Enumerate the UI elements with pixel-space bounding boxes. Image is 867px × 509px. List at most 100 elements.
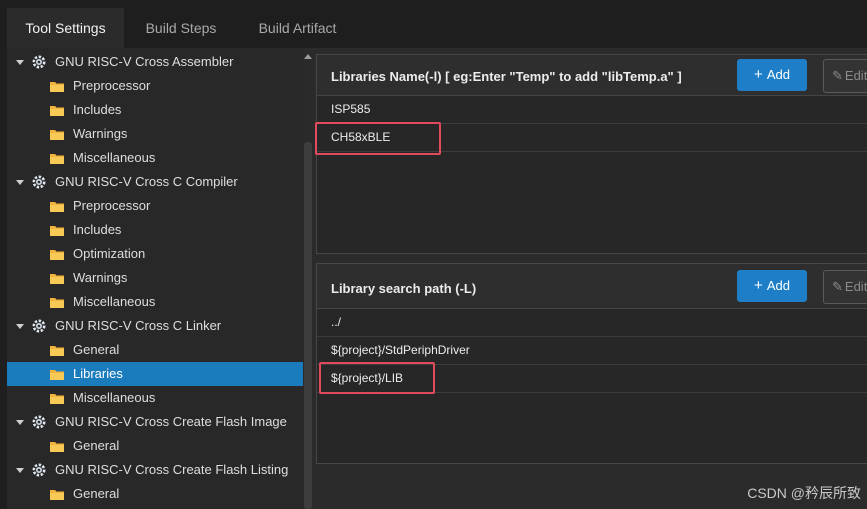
tree-item-label: Libraries	[73, 366, 123, 381]
tree-item-label: Warnings	[73, 126, 128, 141]
folder-icon	[50, 442, 64, 452]
plus-icon: +	[754, 277, 763, 294]
libraries-section: Libraries Name(-l) [ eg:Enter "Temp" to …	[316, 54, 867, 254]
folder-icon	[50, 274, 64, 284]
pencil-icon: ✎	[832, 279, 843, 294]
edit-search-path-button[interactable]: ✎ Edit	[823, 270, 867, 304]
search-path-value: ${project}/StdPeriphDriver	[331, 343, 470, 357]
tree-item-label: General	[73, 342, 120, 357]
tree-item-assembler[interactable]: GNU RISC-V Cross Assembler	[7, 50, 303, 74]
tree-item-label: General	[73, 438, 120, 453]
tab-tool-settings[interactable]: Tool Settings	[7, 8, 124, 48]
tree-item-preprocessor[interactable]: Preprocessor	[7, 74, 303, 98]
tree-item-label: Warnings	[73, 270, 128, 285]
scroll-up-arrow-icon[interactable]	[304, 54, 312, 59]
tree-item-miscellaneous[interactable]: Miscellaneous	[7, 146, 303, 170]
folder-icon	[50, 250, 64, 260]
tree-item-c-linker[interactable]: GNU RISC-V Cross C Linker	[7, 314, 303, 338]
libraries-header: Libraries Name(-l) [ eg:Enter "Temp" to …	[317, 55, 867, 96]
folder-icon	[50, 130, 64, 140]
search-path-row[interactable]: ${project}/LIB	[317, 365, 867, 393]
tree-item-miscellaneous[interactable]: Miscellaneous	[7, 290, 303, 314]
tree-item-miscellaneous[interactable]: Miscellaneous	[7, 386, 303, 410]
gear-icon	[32, 175, 46, 189]
add-label: Add	[766, 67, 790, 82]
search-path-value: ${project}/LIB	[331, 371, 404, 385]
tree-item-label: General	[73, 486, 120, 501]
expand-arrow-icon[interactable]	[15, 50, 25, 74]
search-path-header: Library search path (-L) + Add ✎ Edit	[317, 264, 867, 309]
search-path-value: ../	[331, 315, 342, 329]
folder-icon	[50, 106, 64, 116]
tree-item-preprocessor[interactable]: Preprocessor	[7, 194, 303, 218]
tree-item-general[interactable]: General	[7, 338, 303, 362]
folder-icon	[50, 394, 64, 404]
tree-item-label: Preprocessor	[73, 78, 151, 93]
tree-item-label: Miscellaneous	[73, 294, 156, 309]
tree-item-label: GNU RISC-V Cross C Compiler	[55, 174, 238, 189]
tree-item-label: GNU RISC-V Cross C Linker	[55, 318, 222, 333]
tree-item-label: Preprocessor	[73, 198, 151, 213]
tree-item-label: Includes	[73, 102, 122, 117]
settings-tree: GNU RISC-V Cross Assembler Preprocessor …	[7, 48, 303, 509]
tree-item-warnings[interactable]: Warnings	[7, 122, 303, 146]
libraries-title: Libraries Name(-l) [ eg:Enter "Temp" to …	[331, 69, 682, 84]
scrollbar-thumb[interactable]	[304, 142, 312, 509]
gear-icon	[32, 55, 46, 69]
gear-icon	[32, 415, 46, 429]
edit-label: Edit	[844, 68, 867, 83]
tree-item-label: Includes	[73, 222, 122, 237]
edit-label: Edit	[844, 279, 867, 294]
folder-icon	[50, 226, 64, 236]
tree-item-general[interactable]: General	[7, 482, 303, 506]
tree-item-label: GNU RISC-V Cross Create Flash Listing	[55, 462, 289, 477]
library-row[interactable]: ISP585	[317, 96, 867, 124]
edit-library-button[interactable]: ✎ Edit	[823, 59, 867, 93]
tab-build-steps[interactable]: Build Steps	[130, 8, 232, 48]
plus-icon: +	[754, 66, 763, 83]
tree-item-warnings[interactable]: Warnings	[7, 266, 303, 290]
folder-icon	[50, 370, 64, 380]
folder-icon	[50, 346, 64, 356]
watermark-text: CSDN @矜辰所致	[747, 485, 861, 501]
tree-item-includes[interactable]: Includes	[7, 218, 303, 242]
folder-icon	[50, 490, 64, 500]
pencil-icon: ✎	[832, 68, 843, 83]
expand-arrow-icon[interactable]	[15, 170, 25, 194]
tree-item-flash-listing[interactable]: GNU RISC-V Cross Create Flash Listing	[7, 458, 303, 482]
tree-item-flash-image[interactable]: GNU RISC-V Cross Create Flash Image	[7, 410, 303, 434]
tree-item-label: Optimization	[73, 246, 146, 261]
add-library-button[interactable]: + Add	[737, 59, 807, 91]
search-path-row[interactable]: ../	[317, 309, 867, 337]
folder-icon	[50, 82, 64, 92]
expand-arrow-icon[interactable]	[15, 458, 25, 482]
search-path-title: Library search path (-L)	[331, 281, 477, 296]
library-name: ISP585	[331, 102, 371, 116]
expand-arrow-icon[interactable]	[15, 410, 25, 434]
tree-item-c-compiler[interactable]: GNU RISC-V Cross C Compiler	[7, 170, 303, 194]
add-label: Add	[766, 278, 790, 293]
tree-item-includes[interactable]: Includes	[7, 98, 303, 122]
tree-item-label: Miscellaneous	[73, 150, 156, 165]
library-row[interactable]: CH58xBLE	[317, 124, 867, 152]
settings-content: Libraries Name(-l) [ eg:Enter "Temp" to …	[313, 48, 867, 509]
tree-item-label: GNU RISC-V Cross Create Flash Image	[55, 414, 287, 429]
expand-arrow-icon[interactable]	[15, 314, 25, 338]
library-search-path-section: Library search path (-L) + Add ✎ Edit ../ …	[316, 263, 867, 464]
tree-item-libraries[interactable]: Libraries	[7, 362, 303, 386]
tab-bar: Tool Settings Build Steps Build Artifact	[0, 0, 867, 48]
folder-icon	[50, 202, 64, 212]
tree-item-label: GNU RISC-V Cross Assembler	[55, 54, 234, 69]
tree-item-label: Miscellaneous	[73, 390, 156, 405]
tree-item-optimization[interactable]: Optimization	[7, 242, 303, 266]
tree-scrollbar[interactable]	[303, 48, 313, 509]
search-path-row[interactable]: ${project}/StdPeriphDriver	[317, 337, 867, 365]
tab-build-artifact[interactable]: Build Artifact	[245, 8, 350, 48]
add-search-path-button[interactable]: + Add	[737, 270, 807, 302]
gear-icon	[32, 319, 46, 333]
gear-icon	[32, 463, 46, 477]
library-name: CH58xBLE	[331, 130, 391, 144]
tree-item-general[interactable]: General	[7, 434, 303, 458]
folder-icon	[50, 298, 64, 308]
folder-icon	[50, 154, 64, 164]
